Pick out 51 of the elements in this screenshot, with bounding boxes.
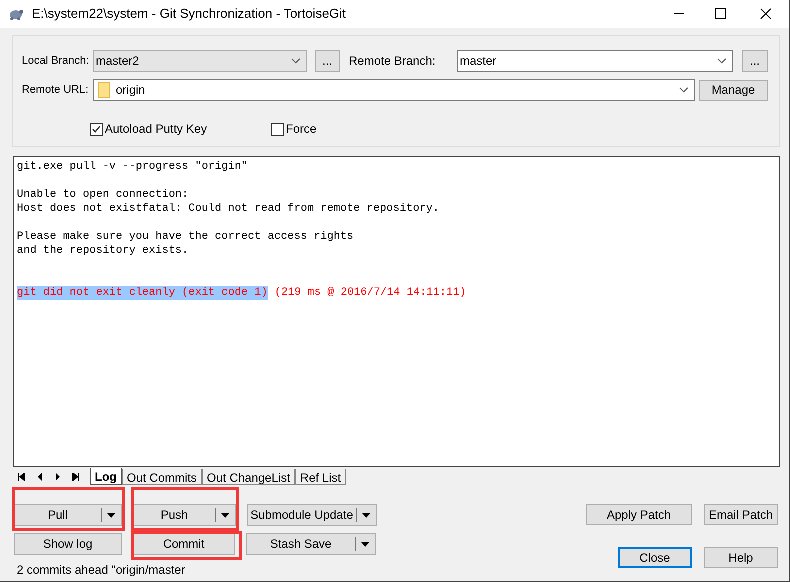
window-title: E:\system22\system - Git Synchronization - TortoiseGit — [32, 5, 346, 24]
field-label: Remote Branch: — [349, 53, 437, 70]
error-text: git did not exit cleanly (exit code 1) — [17, 286, 268, 300]
checkbox-label[interactable]: Autoload Putty Key — [105, 120, 208, 138]
dropdown-arrow-icon — [362, 512, 371, 518]
chevron-down-icon — [291, 58, 301, 64]
log-line: and the repository exists. — [17, 245, 189, 257]
checkbox[interactable] — [271, 122, 284, 136]
split-button[interactable]: Submodule Update — [247, 504, 377, 526]
action-button[interactable]: Show log — [14, 533, 122, 555]
chevron-down-icon — [717, 58, 727, 64]
checkbox[interactable] — [90, 122, 103, 136]
tab[interactable]: Log — [90, 468, 122, 485]
branch-dropdown[interactable]: master — [457, 50, 733, 72]
split-button[interactable]: Stash Save — [246, 533, 376, 555]
tab[interactable]: Ref List — [295, 468, 346, 484]
tab[interactable]: Out ChangeList — [202, 468, 296, 484]
next-icon[interactable] — [55, 472, 61, 480]
manage-button[interactable]: Manage — [699, 80, 768, 100]
log-line: Host does not existfatal: Could not read from remote repository. — [17, 203, 440, 215]
error-text: (219 ms @ 2016/7/14 14:11:11) — [274, 286, 466, 300]
chevron-down-icon — [679, 87, 689, 93]
checkbox-label[interactable]: Force — [286, 120, 317, 138]
first-page-icon[interactable] — [18, 472, 26, 480]
browse-button[interactable]: ... — [315, 50, 340, 72]
dropdown-arrow-icon — [361, 542, 370, 546]
action-button[interactable]: Commit — [133, 533, 235, 555]
status-text: 2 commits ahead "origin/master — [17, 562, 186, 579]
log-line: git.exe pull -v --progress "origin" — [17, 161, 248, 173]
last-page-icon[interactable] — [72, 472, 80, 480]
tortoise-icon — [8, 7, 24, 21]
field-label: Remote URL: — [22, 82, 90, 98]
patch-button[interactable]: Apply Patch — [586, 504, 692, 525]
maximize-icon[interactable] — [715, 8, 727, 20]
dropdown-arrow-icon — [221, 512, 230, 518]
dialog-button[interactable]: Close — [618, 547, 692, 568]
patch-button[interactable]: Email Patch — [704, 504, 778, 525]
folder-icon — [98, 82, 110, 98]
split-button[interactable]: Push — [133, 504, 236, 526]
log-line: Please make sure you have the correct access rights — [17, 231, 354, 243]
browse-button[interactable]: ... — [742, 50, 768, 72]
close-icon[interactable] — [760, 8, 772, 20]
field-label: Local Branch: — [22, 54, 90, 69]
split-button[interactable]: Pull — [14, 504, 122, 526]
dialog-button[interactable]: Help — [704, 547, 778, 568]
tab[interactable]: Out Commits — [122, 468, 202, 484]
dropdown-arrow-icon — [107, 512, 116, 518]
url-dropdown[interactable]: origin — [93, 79, 695, 101]
branch-dropdown[interactable]: master2 — [93, 50, 307, 72]
log-line: Unable to open connection: — [17, 189, 189, 201]
previous-icon[interactable] — [37, 472, 43, 480]
